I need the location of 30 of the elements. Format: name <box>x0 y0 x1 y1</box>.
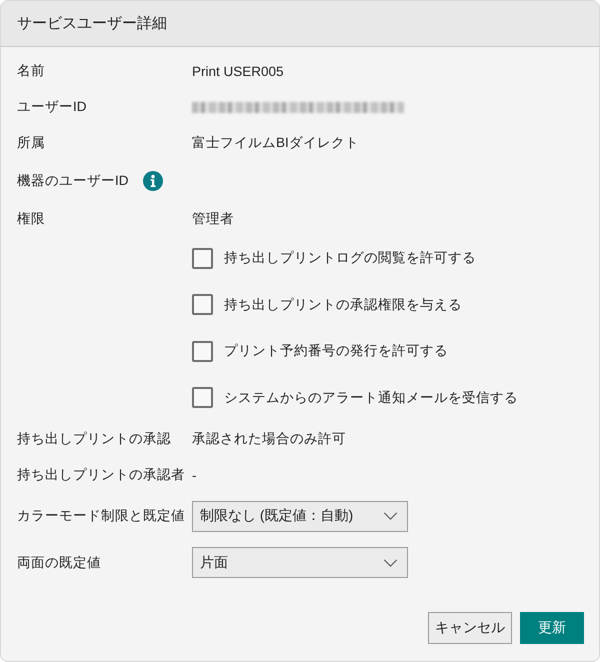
checkbox-label: プリント予約番号の発行を許可する <box>224 342 448 360</box>
chevron-down-icon <box>383 558 398 567</box>
checkbox-label: 持ち出しプリントログの閲覧を許可する <box>224 249 476 268</box>
field-label: カラーモード制限と既定値 <box>17 507 186 526</box>
field-label: 機器のユーザーID <box>17 172 128 190</box>
field-value: 承認された場合のみ許可 <box>192 430 346 448</box>
field-label: 持ち出しプリントの承認者 <box>17 466 186 484</box>
field-value: 富士フイルムBIダイレクト <box>192 134 359 152</box>
field-label: 権限 <box>17 210 46 228</box>
checkbox[interactable] <box>192 248 213 269</box>
field-value: Print USER005 <box>192 64 284 78</box>
field-label: 持ち出しプリントの承認 <box>17 430 172 448</box>
field-label: 両面の既定値 <box>17 554 102 572</box>
field-label: 所属 <box>17 134 46 152</box>
field-value: - <box>192 468 196 482</box>
checkbox[interactable] <box>192 387 213 408</box>
info-icon[interactable] <box>142 170 162 190</box>
field-value: 管理者 <box>192 210 234 228</box>
checkbox-label: システムからのアラート通知メールを受信する <box>224 388 518 407</box>
checkbox[interactable] <box>192 294 213 316</box>
chevron-down-icon <box>383 512 398 520</box>
field-label: ユーザーID <box>17 98 88 116</box>
checkbox[interactable] <box>192 340 213 362</box>
checkbox-label: 持ち出しプリントの承認権限を与える <box>224 296 462 314</box>
cancel-button[interactable]: キャンセル <box>428 612 512 644</box>
dropdown[interactable]: 制限なし (既定値：自動) <box>192 500 408 532</box>
dropdown[interactable]: 片面 <box>192 547 408 578</box>
update-button[interactable]: 更新 <box>520 612 584 644</box>
field-label: 名前 <box>17 62 46 80</box>
dialog-title: サービスユーザー詳細 <box>17 14 167 33</box>
